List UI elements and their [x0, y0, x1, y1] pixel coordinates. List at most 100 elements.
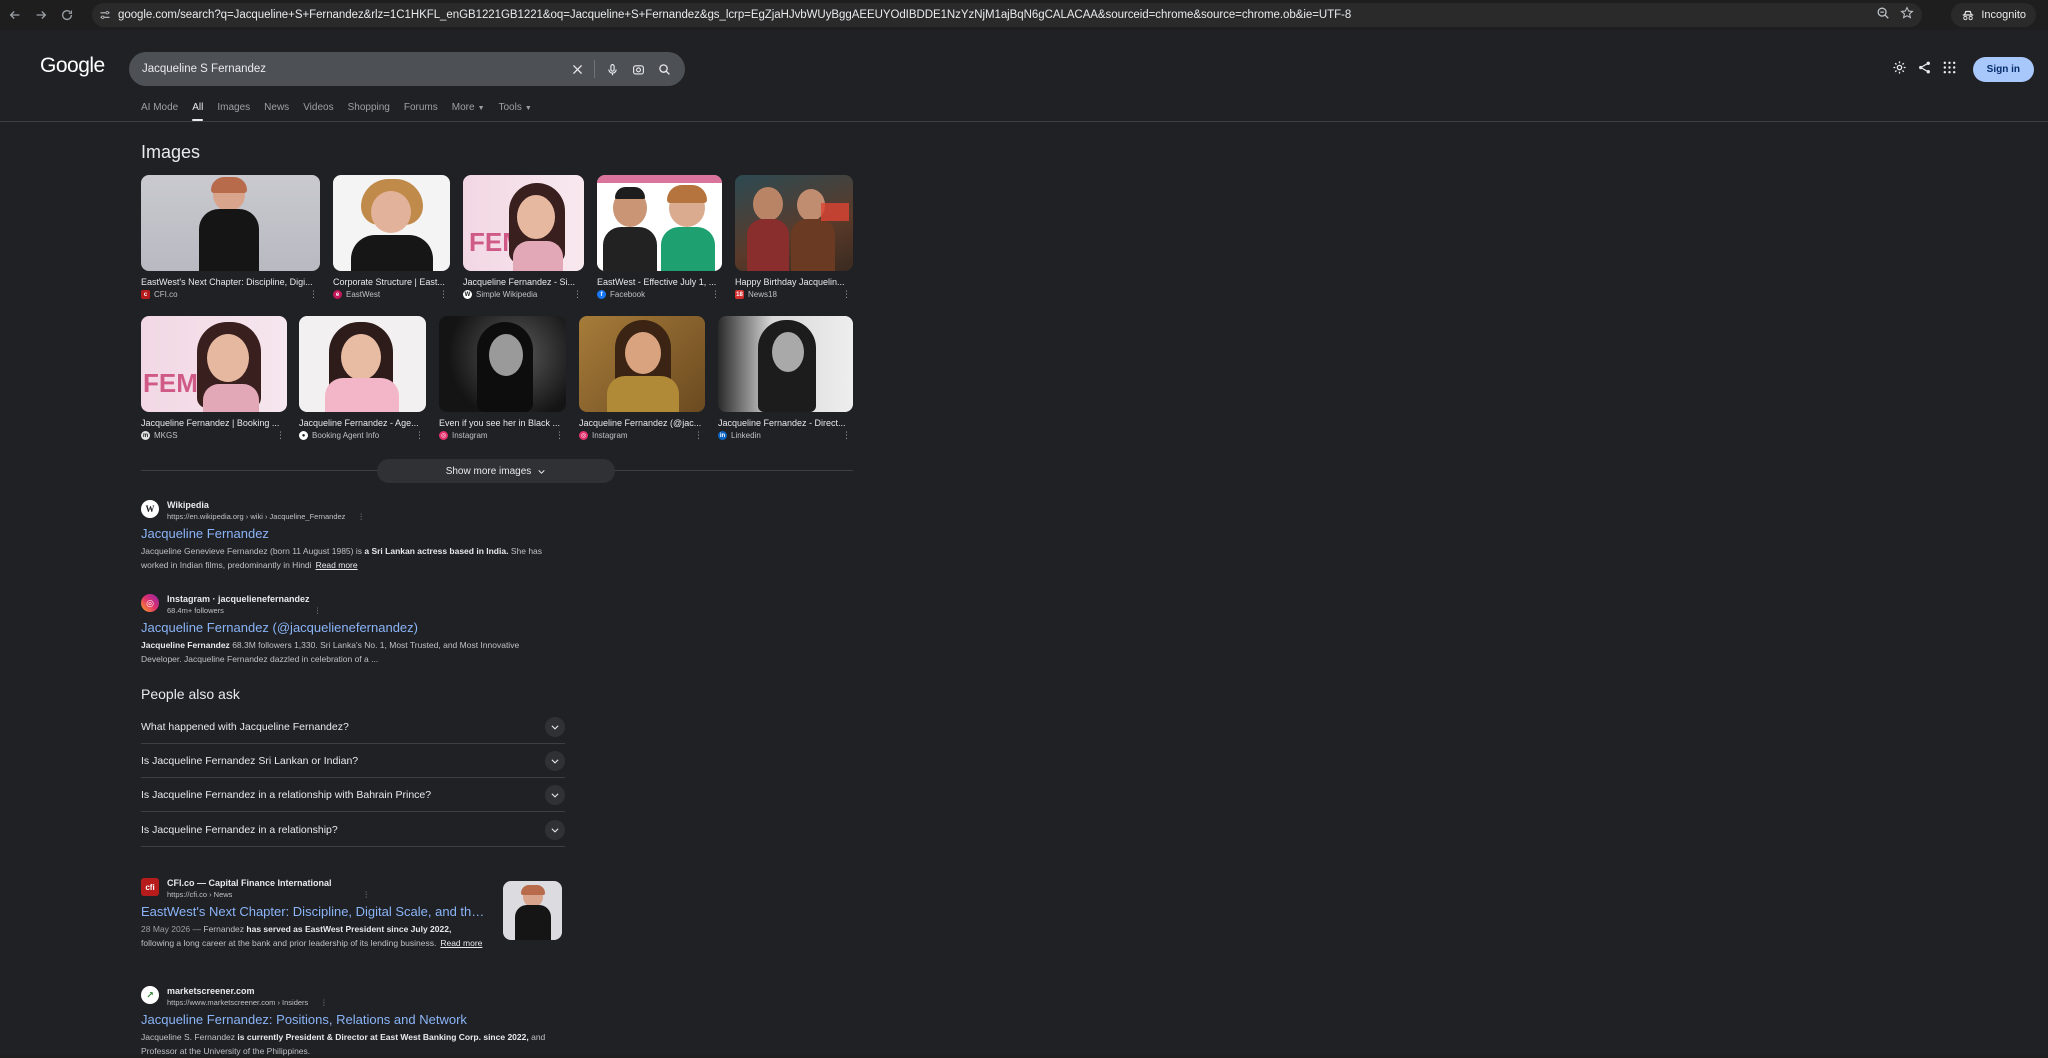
image-caption[interactable]: Even if you see her in Black ... — [439, 418, 566, 428]
more-options-icon[interactable]: ⋮ — [276, 430, 285, 441]
paa-question[interactable]: What happened with Jacqueline Fernandez? — [141, 710, 565, 744]
tab-videos[interactable]: Videos — [303, 102, 333, 119]
lens-camera-icon[interactable] — [625, 56, 651, 82]
image-result[interactable]: Jacqueline Fernandez (@jac... ◎ Instagram… — [579, 316, 705, 440]
image-result[interactable]: Happy Birthday Jacquelin... 18 News18 ⋮ — [735, 175, 853, 299]
image-result[interactable]: FEM Jacqueline Fernandez - Si... W Simple… — [463, 175, 584, 299]
reload-icon[interactable] — [56, 4, 78, 26]
image-source[interactable]: c CFI.co ⋮ — [141, 289, 320, 300]
tab-ai-mode[interactable]: AI Mode — [141, 102, 178, 119]
image-source[interactable]: 18 News18 ⋮ — [735, 289, 853, 300]
result-header[interactable]: ◎ Instagram · jacquelienefernandez 68.4m… — [141, 594, 571, 615]
paa-question[interactable]: Is Jacqueline Fernandez Sri Lankan or In… — [141, 744, 565, 778]
tab-forums[interactable]: Forums — [404, 102, 438, 119]
more-options-icon[interactable]: ⋮ — [711, 289, 720, 300]
sign-in-button[interactable]: Sign in — [1972, 57, 2034, 82]
image-source[interactable]: in Linkedin ⋮ — [718, 430, 853, 441]
incognito-badge[interactable]: Incognito — [1951, 3, 2036, 27]
result-title-link[interactable]: Jacqueline Fernandez: Positions, Relatio… — [141, 1012, 571, 1027]
settings-gear-icon[interactable] — [1892, 60, 1907, 80]
image-result[interactable]: EastWest's Next Chapter: Discipline, Dig… — [141, 175, 320, 299]
chevron-down-icon[interactable] — [545, 716, 565, 737]
search-icon[interactable] — [651, 56, 677, 82]
apps-grid-icon[interactable] — [1942, 60, 1957, 80]
read-more-link[interactable]: Read more — [440, 938, 482, 948]
result-header[interactable]: ↗ marketscreener.com https://www.markets… — [141, 986, 571, 1007]
bookmark-star-icon[interactable] — [1900, 5, 1914, 25]
image-result[interactable]: Jacqueline Fernandez - Direct... in Linke… — [718, 316, 853, 440]
image-thumbnail[interactable] — [141, 175, 320, 271]
microphone-icon[interactable] — [599, 56, 625, 82]
more-options-icon[interactable]: ⋮ — [362, 890, 370, 899]
result-header[interactable]: W Wikipedia https://en.wikipedia.org › w… — [141, 500, 571, 521]
image-source[interactable]: ● Booking Agent Info ⋮ — [299, 430, 426, 441]
image-source[interactable]: f Facebook ⋮ — [597, 289, 722, 300]
share-icon[interactable] — [1917, 60, 1932, 80]
more-options-icon[interactable]: ⋮ — [309, 289, 318, 300]
image-result[interactable]: Corporate Structure | East... e EastWest ⋮ — [333, 175, 450, 299]
search-box[interactable] — [129, 52, 685, 86]
image-caption[interactable]: Jacqueline Fernandez (@jac... — [579, 418, 705, 428]
image-result[interactable]: Jacqueline Fernandez - Age... ● Booking A… — [299, 316, 426, 440]
paa-question[interactable]: Is Jacqueline Fernandez in a relationshi… — [141, 778, 565, 812]
more-options-icon[interactable]: ⋮ — [320, 998, 328, 1007]
image-source[interactable]: W Simple Wikipedia ⋮ — [463, 289, 584, 300]
result-header[interactable]: cfi CFI.co — Capital Finance Internation… — [141, 878, 491, 899]
more-options-icon[interactable]: ⋮ — [555, 430, 564, 441]
show-more-images-button[interactable]: Show more images — [377, 459, 615, 483]
chevron-down-icon[interactable] — [545, 784, 565, 805]
image-thumbnail[interactable] — [299, 316, 426, 412]
google-logo[interactable]: Google — [40, 54, 105, 78]
tab-shopping[interactable]: Shopping — [348, 102, 390, 119]
image-caption[interactable]: Jacqueline Fernandez - Si... — [463, 277, 584, 287]
back-icon[interactable] — [4, 4, 26, 26]
more-options-icon[interactable]: ⋮ — [842, 430, 851, 441]
more-options-icon[interactable]: ⋮ — [415, 430, 424, 441]
more-options-icon[interactable]: ⋮ — [439, 289, 448, 300]
image-result[interactable]: FEM Jacqueline Fernandez | Booking ... m… — [141, 316, 287, 440]
more-options-icon[interactable]: ⋮ — [357, 512, 365, 521]
more-options-icon[interactable]: ⋮ — [842, 289, 851, 300]
image-caption[interactable]: EastWest's Next Chapter: Discipline, Dig… — [141, 277, 320, 287]
chevron-down-icon[interactable] — [545, 819, 565, 840]
result-title-link[interactable]: Jacqueline Fernandez — [141, 526, 571, 541]
image-thumbnail[interactable] — [579, 316, 705, 412]
image-result[interactable]: Even if you see her in Black ... ◎ Instag… — [439, 316, 566, 440]
tab-images[interactable]: Images — [217, 102, 250, 119]
image-thumbnail[interactable]: FEM — [141, 316, 287, 412]
more-options-icon[interactable]: ⋮ — [694, 430, 703, 441]
read-more-link[interactable]: Read more — [316, 560, 358, 570]
result-title-link[interactable]: Jacqueline Fernandez (@jacquelienefernan… — [141, 620, 571, 635]
image-caption[interactable]: EastWest - Effective July 1, ... — [597, 277, 722, 287]
image-thumbnail[interactable] — [718, 316, 853, 412]
image-source[interactable]: ◎ Instagram ⋮ — [439, 430, 566, 441]
more-options-icon[interactable]: ⋮ — [573, 289, 582, 300]
image-thumbnail[interactable] — [735, 175, 853, 271]
clear-icon[interactable] — [564, 56, 590, 82]
more-options-icon[interactable]: ⋮ — [314, 606, 322, 615]
tab-more[interactable]: More ▼ — [452, 102, 485, 119]
image-caption[interactable]: Happy Birthday Jacquelin... — [735, 277, 853, 287]
image-result[interactable]: EastWest - Effective July 1, ... f Facebo… — [597, 175, 722, 299]
address-bar[interactable]: google.com/search?q=Jacqueline+S+Fernand… — [92, 3, 1922, 27]
image-caption[interactable]: Jacqueline Fernandez - Age... — [299, 418, 426, 428]
tab-tools[interactable]: Tools ▼ — [499, 102, 532, 119]
image-caption[interactable]: Corporate Structure | East... — [333, 277, 450, 287]
image-thumbnail[interactable] — [439, 316, 566, 412]
image-source[interactable]: e EastWest ⋮ — [333, 289, 450, 300]
result-title-link[interactable]: EastWest's Next Chapter: Discipline, Dig… — [141, 904, 491, 919]
tab-news[interactable]: News — [264, 102, 289, 119]
tab-all[interactable]: All — [192, 102, 204, 121]
image-thumbnail[interactable] — [333, 175, 450, 271]
forward-icon[interactable] — [30, 4, 52, 26]
image-caption[interactable]: Jacqueline Fernandez - Direct... — [718, 418, 853, 428]
url-text[interactable]: google.com/search?q=Jacqueline+S+Fernand… — [118, 9, 1876, 21]
search-input[interactable] — [142, 63, 564, 75]
chevron-down-icon[interactable] — [545, 750, 565, 771]
zoom-icon[interactable] — [1876, 6, 1890, 25]
image-caption[interactable]: Jacqueline Fernandez | Booking ... — [141, 418, 287, 428]
image-thumbnail[interactable] — [597, 175, 722, 271]
result-thumbnail[interactable] — [503, 881, 562, 940]
image-thumbnail[interactable]: FEM — [463, 175, 584, 271]
image-source[interactable]: m MKGS ⋮ — [141, 430, 287, 441]
